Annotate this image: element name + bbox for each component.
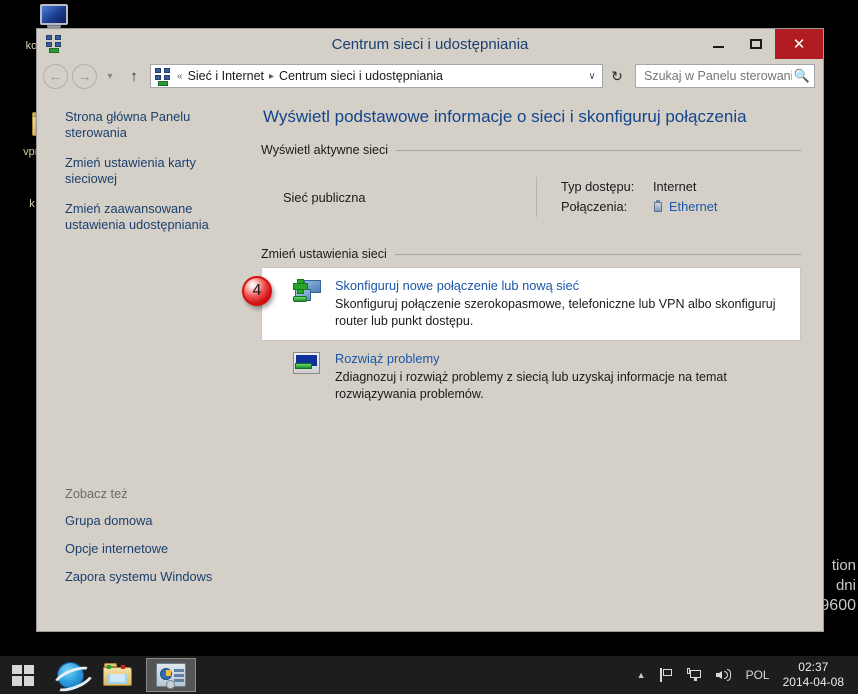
change-settings-heading-label: Zmień ustawienia sieci bbox=[261, 247, 387, 261]
taskbar-item-internet-explorer[interactable] bbox=[46, 656, 94, 694]
access-type-row: Typ dostępu: Internet bbox=[561, 177, 717, 197]
see-also-title: Zobacz też bbox=[65, 486, 128, 501]
setting-item-new-connection[interactable]: 4 Skonfiguruj nowe połączenie lub nową s… bbox=[242, 267, 801, 341]
volume-tray-icon[interactable] bbox=[709, 656, 739, 694]
page-title: Wyświetl podstawowe informacje o sieci i… bbox=[263, 107, 747, 126]
taskbar-item-control-panel[interactable] bbox=[146, 658, 196, 692]
taskbar-item-file-explorer[interactable] bbox=[94, 656, 142, 694]
setting-item-troubleshoot[interactable]: Rozwiąż problemy Zdiagnozuj i rozwiąż pr… bbox=[261, 341, 801, 413]
change-settings-heading: Zmień ustawienia sieci bbox=[261, 247, 801, 261]
window-controls: ✕ bbox=[699, 29, 823, 59]
refresh-button[interactable]: ↻ bbox=[605, 64, 629, 88]
breadcrumb-network-icon bbox=[154, 67, 171, 86]
clock-date: 2014-04-08 bbox=[782, 675, 844, 689]
connections-value-link[interactable]: Ethernet bbox=[653, 197, 717, 217]
setting-item-description: Zdiagnozuj i rozwiąż problemy z siecią l… bbox=[335, 370, 727, 401]
internet-explorer-icon bbox=[56, 661, 84, 689]
sidebar-item-change-adapter-settings[interactable]: Zmień ustawienia karty sieciowej bbox=[65, 155, 241, 187]
connections-label: Połączenia: bbox=[561, 199, 628, 214]
file-explorer-icon bbox=[103, 663, 133, 687]
breadcrumb-separator-icon: ▸ bbox=[269, 70, 275, 82]
connections-value-text: Ethernet bbox=[669, 199, 718, 214]
maximize-button[interactable] bbox=[737, 29, 775, 59]
back-button[interactable]: ← bbox=[43, 63, 68, 89]
clock[interactable]: 02:37 2014-04-08 bbox=[777, 660, 852, 690]
recent-locations-chevron-icon[interactable]: ▼ bbox=[101, 71, 119, 81]
address-dropdown-icon[interactable]: ∨ bbox=[584, 71, 600, 82]
search-icon[interactable]: 🔍 bbox=[794, 68, 810, 84]
access-type-value: Internet bbox=[653, 179, 697, 194]
language-indicator[interactable]: POL bbox=[739, 656, 777, 694]
close-button[interactable]: ✕ bbox=[775, 29, 823, 59]
sidebar: Strona główna Panelu sterowania Zmień us… bbox=[37, 93, 251, 629]
see-also-item-windows-firewall[interactable]: Zapora systemu Windows bbox=[65, 569, 255, 584]
clock-time: 02:37 bbox=[798, 660, 829, 674]
active-networks-heading-label: Wyświetl aktywne sieci bbox=[261, 143, 389, 157]
setting-item-text: Skonfiguruj nowe połączenie lub nową sie… bbox=[335, 278, 790, 330]
search-input[interactable] bbox=[642, 68, 794, 84]
address-bar[interactable]: « Sieć i Internet ▸ Centrum sieci i udos… bbox=[150, 64, 603, 88]
setting-item-title-link[interactable]: Skonfiguruj nowe połączenie lub nową sie… bbox=[335, 278, 790, 293]
active-network-row[interactable]: Sieć publiczna Typ dostępu: Internet Poł… bbox=[261, 163, 801, 227]
address-toolbar: ← → ▼ ↑ « Sieć i Internet ▸ Centrum siec… bbox=[37, 59, 823, 93]
start-button[interactable] bbox=[0, 656, 46, 694]
new-connection-icon bbox=[293, 278, 335, 330]
action-center-flag-icon[interactable] bbox=[653, 656, 680, 694]
setting-item-description: Skonfiguruj połączenie szerokopasmowe, t… bbox=[335, 297, 776, 328]
show-hidden-icons-button[interactable]: ▲ bbox=[630, 656, 653, 694]
breadcrumb-item-network-internet[interactable]: Sieć i Internet bbox=[186, 69, 266, 83]
system-tray: ▲ POL 02:37 2014-04-08 bbox=[630, 656, 858, 694]
up-button[interactable]: ↑ bbox=[123, 68, 145, 85]
active-network-details: Typ dostępu: Internet Połączenia: Ethern… bbox=[537, 177, 717, 217]
breadcrumb-overflow-icon[interactable]: « bbox=[174, 71, 186, 82]
annotation-badge-4: 4 bbox=[242, 276, 272, 306]
forward-button[interactable]: → bbox=[72, 63, 97, 89]
window-body: Strona główna Panelu sterowania Zmień us… bbox=[37, 93, 823, 629]
connections-row: Połączenia: Ethernet bbox=[561, 197, 717, 217]
control-panel-icon bbox=[156, 663, 186, 689]
troubleshoot-icon bbox=[293, 351, 335, 403]
breadcrumb-item-network-sharing-center[interactable]: Centrum sieci i udostępniania bbox=[277, 69, 445, 83]
windows-logo-icon bbox=[12, 664, 34, 686]
search-box[interactable]: 🔍 bbox=[635, 64, 815, 88]
setting-item-text: Rozwiąż problemy Zdiagnozuj i rozwiąż pr… bbox=[335, 351, 791, 403]
see-also-item-homegroup[interactable]: Grupa domowa bbox=[65, 513, 255, 528]
window-titlebar[interactable]: Centrum sieci i udostępniania ✕ bbox=[37, 29, 823, 59]
access-type-label: Typ dostępu: bbox=[561, 179, 635, 194]
network-sharing-center-window: Centrum sieci i udostępniania ✕ ← → ▼ ↑ … bbox=[36, 28, 824, 632]
sidebar-item-change-advanced-sharing[interactable]: Zmień zaawansowane ustawienia udostępnia… bbox=[65, 201, 241, 233]
network-tray-icon[interactable] bbox=[680, 656, 709, 694]
heading-divider bbox=[396, 149, 801, 151]
sidebar-item-control-panel-home[interactable]: Strona główna Panelu sterowania bbox=[65, 109, 241, 141]
minimize-button[interactable] bbox=[699, 29, 737, 59]
active-network-name-cell: Sieć publiczna bbox=[261, 177, 537, 217]
change-settings-list: 4 Skonfiguruj nowe połączenie lub nową s… bbox=[242, 267, 801, 413]
see-also-section: Zobacz też Grupa domowa Opcje internetow… bbox=[65, 486, 255, 597]
heading-divider bbox=[394, 253, 801, 255]
setting-item-title-link[interactable]: Rozwiąż problemy bbox=[335, 351, 791, 366]
active-network-name: Sieć publiczna bbox=[283, 189, 366, 205]
ethernet-plug-icon bbox=[653, 200, 664, 214]
main-content: Wyświetl podstawowe informacje o sieci i… bbox=[242, 93, 823, 629]
active-networks-heading: Wyświetl aktywne sieci bbox=[261, 143, 801, 157]
taskbar: ▲ POL 02:37 2014-04-08 bbox=[0, 656, 858, 694]
see-also-item-internet-options[interactable]: Opcje internetowe bbox=[65, 541, 255, 556]
